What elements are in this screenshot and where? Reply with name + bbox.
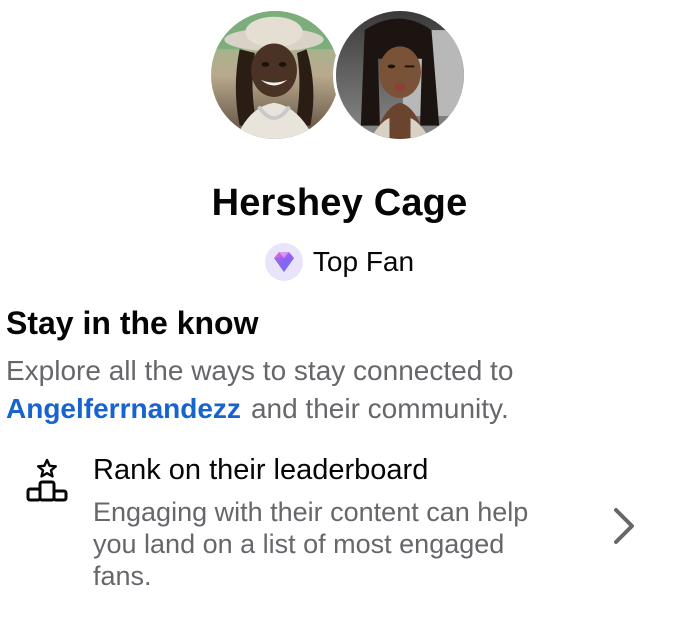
diamond-icon: [264, 243, 303, 281]
section-desc-suffix: and their community.: [250, 393, 509, 424]
chevron-right-icon[interactable]: [610, 506, 638, 546]
leaderboard-row[interactable]: Rank on their leaderboard Engaging with …: [0, 450, 679, 600]
avatar-woman-image: [336, 11, 464, 139]
leaderboard-podium-icon: [26, 458, 68, 502]
avatar-man-image: [211, 11, 339, 139]
top-fan-badge: Top Fan: [0, 243, 679, 281]
top-fan-label: Top Fan: [312, 246, 415, 277]
profile-name: Hershey Cage: [211, 182, 468, 224]
section-description: Explore all the ways to stay connected t…: [6, 352, 646, 428]
creator-link[interactable]: Angelferrnandezz: [6, 393, 241, 424]
avatar-group: [0, 8, 679, 144]
avatar-man-with-hat[interactable]: [208, 8, 342, 142]
leaderboard-description: Engaging with their content can help you…: [93, 497, 529, 591]
section-title: Stay in the know: [6, 305, 259, 341]
avatar-woman[interactable]: [333, 8, 467, 142]
leaderboard-title: Rank on their leaderboard: [93, 454, 429, 486]
section-desc-prefix: Explore all the ways to stay connected t…: [6, 355, 514, 386]
